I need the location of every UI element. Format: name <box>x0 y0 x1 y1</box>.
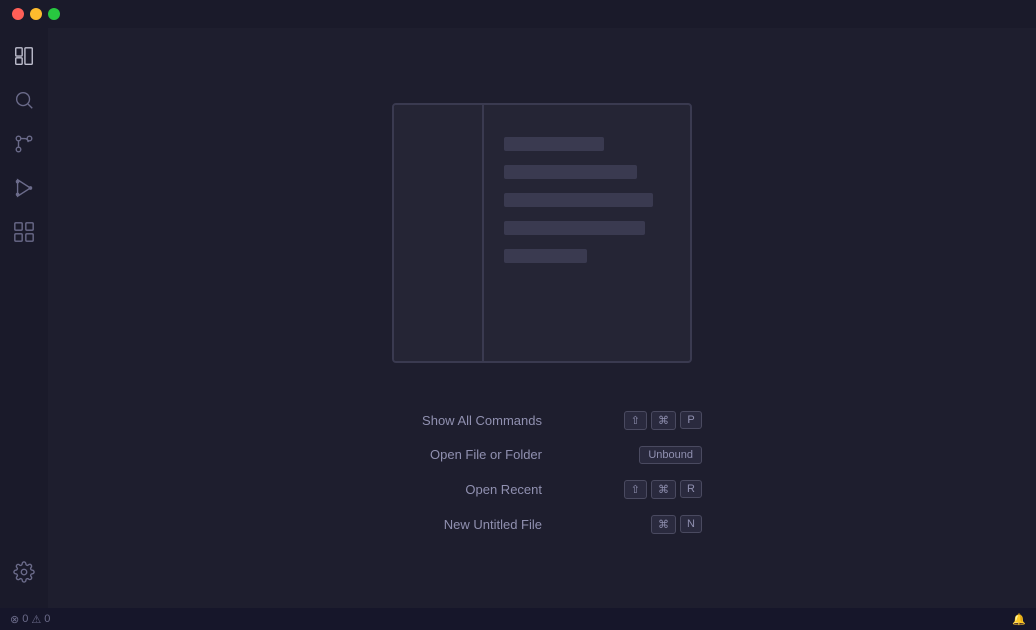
bell-icon[interactable]: 🔔 <box>1012 613 1026 626</box>
shortcut-label-open-file: Open File or Folder <box>382 447 542 462</box>
error-count: ⊗ 0 ⚠ 0 <box>10 613 50 626</box>
kbd-cmd-3: ⌘ <box>651 515 676 534</box>
statusbar-left: ⊗ 0 ⚠ 0 <box>10 613 50 626</box>
sidebar-item-run-debug[interactable] <box>4 168 44 208</box>
kbd-p: P <box>680 411 702 429</box>
kbd-shift-1: ⇧ <box>624 411 647 430</box>
kbd-cmd-2: ⌘ <box>651 480 676 499</box>
titlebar <box>0 0 1036 28</box>
shortcut-show-all-commands: Show All Commands ⇧ ⌘ P <box>382 411 702 430</box>
logo-bar-1 <box>504 137 604 151</box>
maximize-button[interactable] <box>48 8 60 20</box>
activity-bar <box>0 28 48 608</box>
warning-icon: ⚠ <box>31 613 41 626</box>
shortcut-keys-open-file: Unbound <box>639 446 702 464</box>
kbd-shift-2: ⇧ <box>624 480 647 499</box>
shortcut-keys-show-all-commands: ⇧ ⌘ P <box>624 411 702 430</box>
activity-bar-bottom <box>4 552 44 600</box>
traffic-lights <box>12 8 60 20</box>
shortcut-keys-open-recent: ⇧ ⌘ R <box>624 480 702 499</box>
logo-bar-2 <box>504 165 637 179</box>
shortcut-open-recent: Open Recent ⇧ ⌘ R <box>382 480 702 499</box>
shortcut-label-show-all-commands: Show All Commands <box>382 413 542 428</box>
logo-area <box>392 103 692 363</box>
sidebar-item-files[interactable] <box>4 36 44 76</box>
sidebar-item-search[interactable] <box>4 80 44 120</box>
kbd-r: R <box>680 480 702 498</box>
close-button[interactable] <box>12 8 24 20</box>
statusbar: ⊗ 0 ⚠ 0 🔔 <box>0 608 1036 630</box>
logo-bar-3 <box>504 193 653 207</box>
sidebar-item-extensions[interactable] <box>4 212 44 252</box>
logo-bar-4 <box>504 221 645 235</box>
shortcut-open-file: Open File or Folder Unbound <box>382 446 702 464</box>
kbd-cmd-1: ⌘ <box>651 411 676 430</box>
activity-bar-top <box>4 36 44 552</box>
statusbar-right: 🔔 <box>1012 613 1026 626</box>
logo-left-panel <box>394 105 484 361</box>
error-icon: ⊗ <box>10 613 19 626</box>
sidebar-item-settings[interactable] <box>4 552 44 592</box>
logo-illustration <box>392 103 692 363</box>
shortcut-label-open-recent: Open Recent <box>382 482 542 497</box>
sidebar-item-source-control[interactable] <box>4 124 44 164</box>
shortcuts-section: Show All Commands ⇧ ⌘ P Open File or Fol… <box>382 411 702 534</box>
warning-number: 0 <box>44 613 50 625</box>
main-area: Show All Commands ⇧ ⌘ P Open File or Fol… <box>0 28 1036 608</box>
error-number: 0 <box>22 613 28 625</box>
logo-right-panel <box>484 105 690 361</box>
logo-bar-5 <box>504 249 587 263</box>
minimize-button[interactable] <box>30 8 42 20</box>
kbd-unbound: Unbound <box>639 446 702 464</box>
content-area: Show All Commands ⇧ ⌘ P Open File or Fol… <box>48 28 1036 608</box>
kbd-n: N <box>680 515 702 533</box>
shortcut-label-new-file: New Untitled File <box>382 517 542 532</box>
shortcut-keys-new-file: ⌘ N <box>651 515 702 534</box>
shortcut-new-file: New Untitled File ⌘ N <box>382 515 702 534</box>
